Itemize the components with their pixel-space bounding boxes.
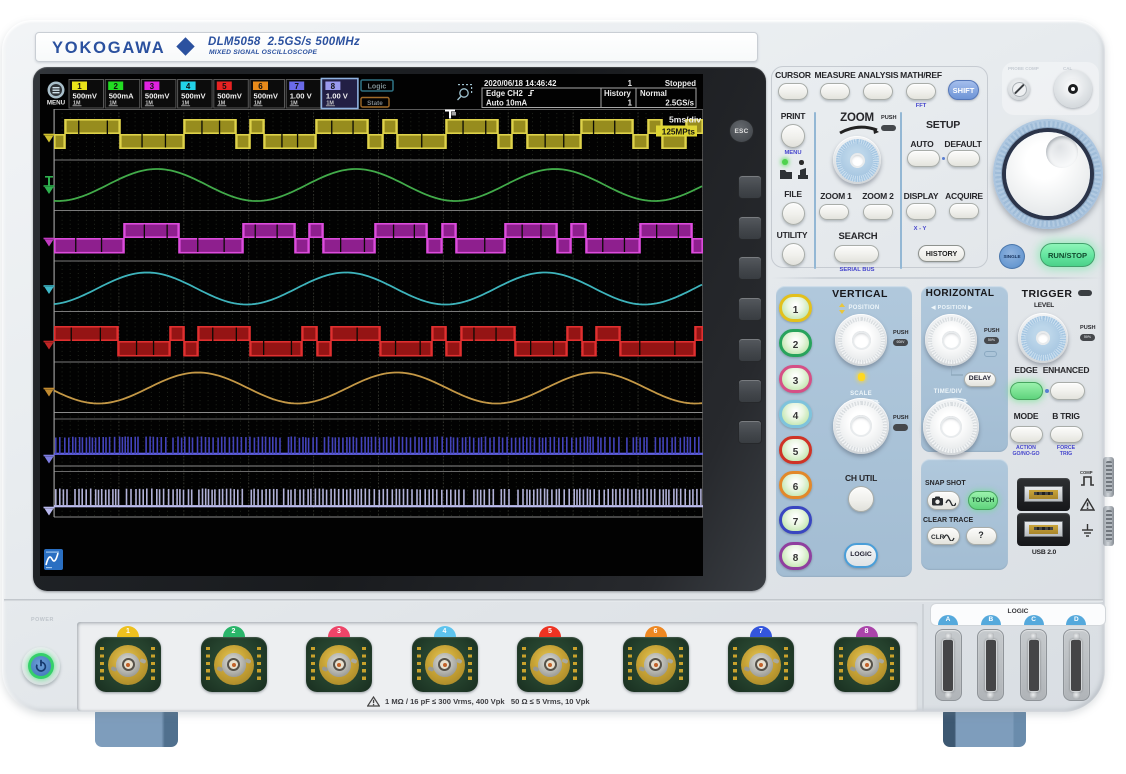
svg-text:500mV: 500mV [73,92,98,101]
svg-text:1: 1 [77,82,82,91]
svg-text:1.00 V: 1.00 V [290,92,313,101]
svg-text:MENU: MENU [47,100,66,107]
svg-text:8: 8 [331,82,336,91]
svg-text:Logic: Logic [368,84,387,91]
svg-text:1: 1 [628,79,633,88]
svg-text:Edge CH2: Edge CH2 [486,89,523,98]
svg-text:5ms/div: 5ms/div [669,115,701,125]
svg-text:2.5GS/s: 2.5GS/s [665,99,694,108]
svg-text:500mV: 500mV [145,92,170,101]
svg-text:1.00 V: 1.00 V [326,92,349,101]
svg-text:Normal: Normal [640,89,667,98]
svg-text:History: History [604,89,632,98]
svg-text:2: 2 [113,82,118,91]
svg-text:5: 5 [222,82,227,91]
svg-text:Auto 10mA: Auto 10mA [486,99,528,108]
svg-text:500mV: 500mV [217,92,242,101]
svg-text:Stopped: Stopped [665,79,696,88]
svg-text:1: 1 [628,99,633,108]
svg-text:500mV: 500mV [181,92,206,101]
svg-text:6: 6 [258,82,263,91]
svg-text:500mV: 500mV [254,92,279,101]
svg-text:2020/06/18 14:46:42: 2020/06/18 14:46:42 [484,79,557,88]
svg-text:4: 4 [186,82,191,91]
svg-text:CLR: CLR [931,534,945,541]
svg-text:500mA: 500mA [109,92,134,101]
svg-text:3: 3 [150,82,155,91]
svg-text:State: State [367,100,383,107]
svg-text:7: 7 [294,82,299,91]
svg-text:125MPts: 125MPts [662,128,696,137]
